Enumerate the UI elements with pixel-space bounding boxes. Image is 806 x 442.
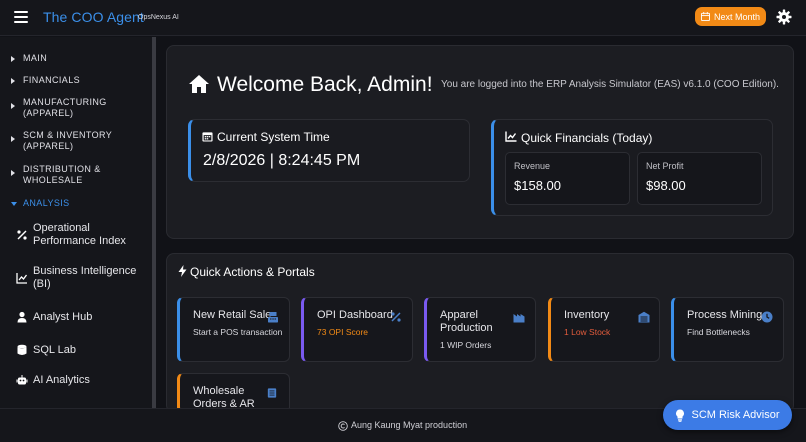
process-mining-tile[interactable]: Process Mining Find Bottlenecks xyxy=(671,297,784,362)
gear-icon[interactable] xyxy=(776,9,792,25)
system-time-title: Current System Time xyxy=(217,130,330,144)
inventory-tile[interactable]: Inventory 1 Low Stock xyxy=(548,297,660,362)
revenue-value: $158.00 xyxy=(514,178,561,193)
brand-title: The COO Agent xyxy=(43,9,144,25)
chart-line-icon xyxy=(505,131,517,142)
clock-icon xyxy=(761,310,773,323)
wholesale-orders-tile[interactable]: Wholesale Orders & AR xyxy=(177,373,290,413)
tile-subtitle: 1 WIP Orders xyxy=(440,340,492,350)
user-icon xyxy=(17,311,27,323)
revenue-label: Revenue xyxy=(514,161,551,171)
tile-subtitle: Start a POS transaction xyxy=(193,327,283,337)
calendar-icon xyxy=(700,12,710,21)
scm-risk-advisor-button[interactable]: SCM Risk Advisor xyxy=(663,400,792,430)
robot-icon xyxy=(16,375,28,385)
cash-register-icon xyxy=(267,310,279,323)
percent-icon xyxy=(17,230,27,240)
caret-right-icon xyxy=(11,103,15,109)
bolt-icon xyxy=(178,265,187,277)
database-icon xyxy=(17,344,27,355)
tile-subtitle: 73 OPI Score xyxy=(317,327,369,337)
caret-right-icon xyxy=(11,78,15,84)
footer-text: Aung Kaung Myat production xyxy=(351,420,468,430)
revenue-box: Revenue $158.00 xyxy=(505,152,630,205)
lightbulb-icon xyxy=(676,409,685,422)
warehouse-icon xyxy=(637,310,650,323)
quick-actions-title: Quick Actions & Portals xyxy=(190,265,315,279)
system-time-value: 2/8/2026 | 8:24:45 PM xyxy=(203,152,361,169)
system-time-card xyxy=(188,119,470,182)
caret-right-icon xyxy=(11,170,15,176)
apparel-production-tile[interactable]: Apparel Production 1 WIP Orders xyxy=(424,297,536,362)
copyright-icon xyxy=(338,421,348,431)
percent-icon xyxy=(390,310,402,322)
welcome-subtitle: You are logged into the ERP Analysis Sim… xyxy=(441,79,779,90)
net-profit-label: Net Profit xyxy=(646,161,684,171)
tile-subtitle: 1 Low Stock xyxy=(564,327,611,337)
brand-subtitle: OpsNexus AI xyxy=(138,14,179,21)
welcome-title: Welcome Back, Admin! xyxy=(217,73,433,96)
next-month-button[interactable]: Next Month xyxy=(695,7,766,26)
tile-subtitle: Find Bottlenecks xyxy=(687,327,750,337)
calendar-icon xyxy=(202,132,213,142)
net-profit-box: Net Profit $98.00 xyxy=(637,152,762,205)
caret-down-icon xyxy=(11,202,17,206)
next-month-label: Next Month xyxy=(713,11,761,22)
quick-financials-title: Quick Financials (Today) xyxy=(521,131,653,145)
caret-right-icon xyxy=(11,56,15,62)
home-icon xyxy=(189,75,209,93)
caret-right-icon xyxy=(11,136,15,142)
opi-dashboard-tile[interactable]: OPI Dashboard 73 OPI Score xyxy=(301,297,413,362)
factory-icon xyxy=(513,310,525,323)
scm-risk-advisor-label: SCM Risk Advisor xyxy=(691,409,780,421)
hamburger-menu-icon[interactable] xyxy=(14,11,28,23)
file-icon xyxy=(267,386,279,398)
new-retail-sale-tile[interactable]: New Retail Sale Start a POS transaction xyxy=(177,297,290,362)
net-profit-value: $98.00 xyxy=(646,178,686,193)
chart-line-icon xyxy=(16,273,28,284)
